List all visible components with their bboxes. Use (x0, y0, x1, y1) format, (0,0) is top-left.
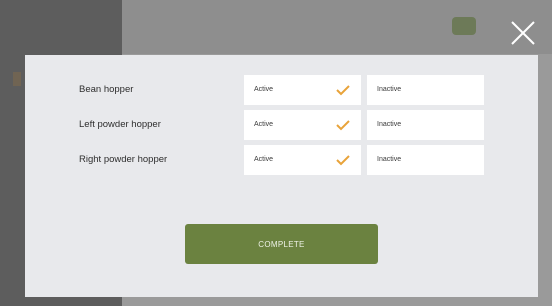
bean-hopper-active-option[interactable]: Active (244, 75, 361, 105)
hopper-row-left-powder: Left powder hopper Active Inactive (25, 110, 538, 140)
check-icon (336, 120, 350, 131)
left-powder-hopper-inactive-option[interactable]: Inactive (367, 110, 484, 140)
complete-button[interactable]: COMPLETE (185, 224, 378, 264)
complete-button-label: COMPLETE (258, 239, 305, 249)
hopper-row-bean: Bean hopper Active Inactive (25, 75, 538, 105)
option-label: Inactive (377, 121, 402, 128)
option-label: Active (254, 121, 274, 128)
background-badge (452, 17, 476, 35)
bean-hopper-inactive-option[interactable]: Inactive (367, 75, 484, 105)
option-label: Active (254, 86, 274, 93)
left-powder-hopper-active-option[interactable]: Active (244, 110, 361, 140)
row-label: Bean hopper (79, 84, 134, 95)
option-label: Active (254, 156, 274, 163)
check-icon (336, 85, 350, 96)
close-button[interactable] (508, 18, 538, 48)
hopper-settings-modal: Bean hopper Active Inactive Left powder … (25, 55, 538, 297)
option-label: Inactive (377, 86, 402, 93)
close-icon (511, 21, 535, 45)
check-icon (336, 155, 350, 166)
hopper-row-right-powder: Right powder hopper Active Inactive (25, 145, 538, 175)
background-left-header (18, 22, 88, 30)
row-label: Left powder hopper (79, 119, 161, 130)
right-powder-hopper-inactive-option[interactable]: Inactive (367, 145, 484, 175)
background-left-tab (13, 72, 21, 86)
right-powder-hopper-active-option[interactable]: Active (244, 145, 361, 175)
option-label: Inactive (377, 156, 402, 163)
row-label: Right powder hopper (79, 154, 168, 165)
